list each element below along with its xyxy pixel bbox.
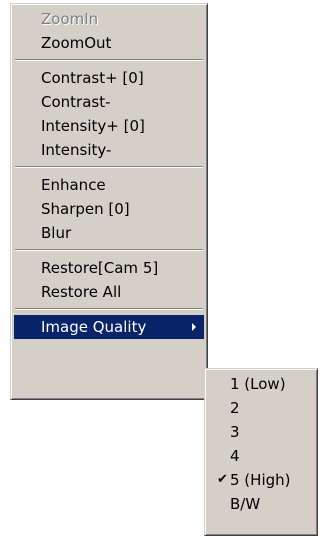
- menu-item-restore-all[interactable]: Restore All: [14, 280, 204, 304]
- submenu-item-quality-1[interactable]: 1 (Low): [208, 372, 314, 396]
- menu-item-zoom-out[interactable]: ZoomOut: [14, 31, 204, 55]
- menu-item-intensity-plus[interactable]: Intensity+ [0]: [14, 114, 204, 138]
- image-quality-submenu: 1 (Low) 2 3 4 ✔ 5 (High) B/W: [204, 368, 318, 536]
- submenu-item-quality-bw[interactable]: B/W: [208, 492, 314, 516]
- context-menu: ZoomIn ZoomOut Contrast+ [0] Contrast- I…: [10, 3, 208, 400]
- menu-item-sharpen[interactable]: Sharpen [0]: [14, 197, 204, 221]
- submenu-item-quality-4[interactable]: 4: [208, 444, 314, 468]
- menu-item-zoom-in[interactable]: ZoomIn: [14, 7, 204, 31]
- menu-item-contrast-plus[interactable]: Contrast+ [0]: [14, 66, 204, 90]
- menu-separator: [15, 59, 203, 61]
- menu-separator: [15, 166, 203, 168]
- menu-separator: [15, 308, 203, 310]
- menu-item-intensity-minus[interactable]: Intensity-: [14, 138, 204, 162]
- menu-item-image-quality[interactable]: Image Quality: [14, 315, 204, 339]
- submenu-arrow-icon: [192, 323, 196, 331]
- submenu-item-quality-5[interactable]: ✔ 5 (High): [208, 468, 314, 492]
- submenu-item-quality-2[interactable]: 2: [208, 396, 314, 420]
- menu-item-restore-cam[interactable]: Restore[Cam 5]: [14, 256, 204, 280]
- submenu-item-quality-5-label: 5 (High): [230, 471, 291, 489]
- menu-item-enhance[interactable]: Enhance: [14, 173, 204, 197]
- checkmark-icon: ✔: [217, 472, 228, 487]
- menu-item-contrast-minus[interactable]: Contrast-: [14, 90, 204, 114]
- menu-separator: [15, 249, 203, 251]
- menu-item-blur[interactable]: Blur: [14, 221, 204, 245]
- submenu-item-quality-3[interactable]: 3: [208, 420, 314, 444]
- menu-item-image-quality-label: Image Quality: [41, 318, 147, 336]
